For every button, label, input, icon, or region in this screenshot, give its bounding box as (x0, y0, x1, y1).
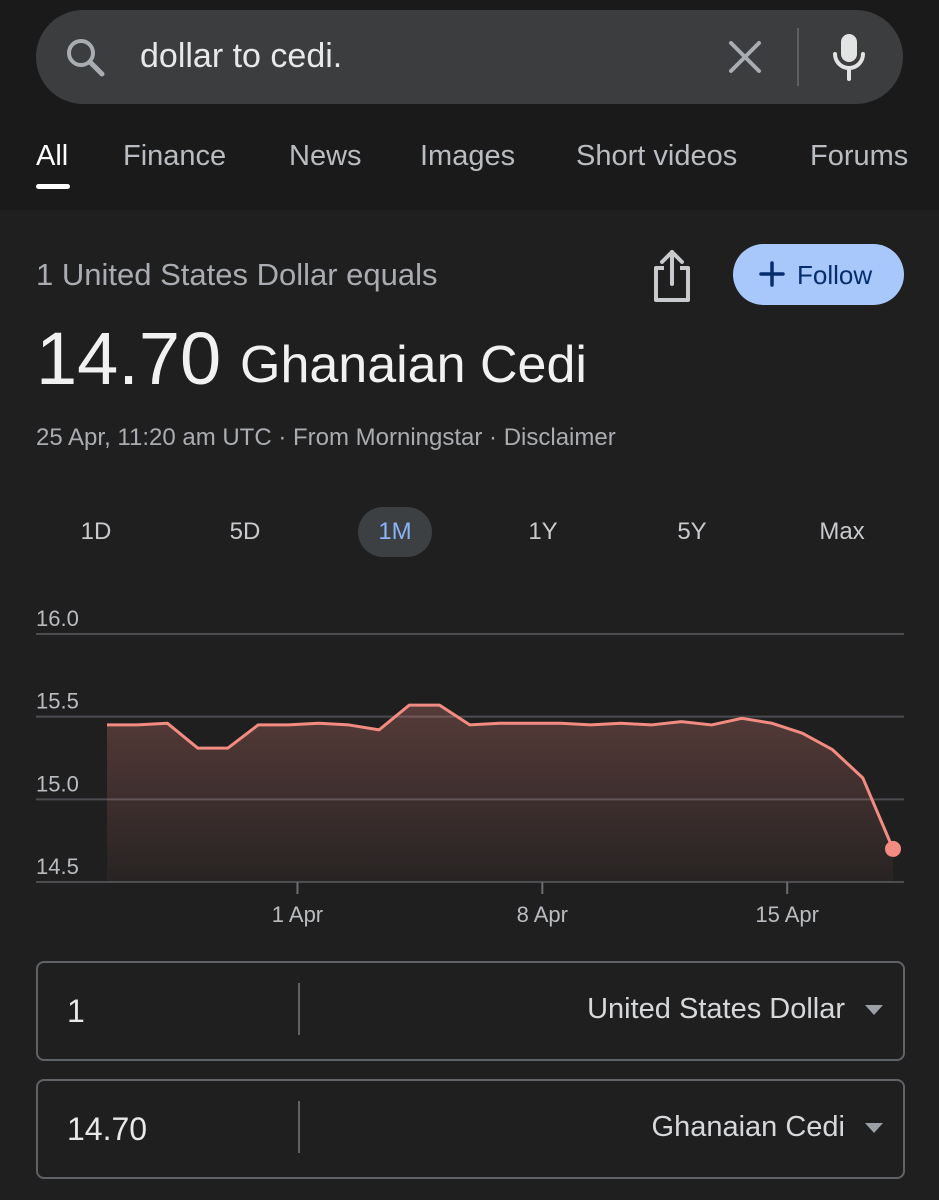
exchange-rate-value: 14.70 (36, 317, 222, 400)
exchange-rate-currency: Ghanaian Cedi (240, 336, 587, 394)
close-icon[interactable] (726, 38, 764, 76)
chevron-down-icon[interactable] (865, 1123, 883, 1133)
search-tabs: All Finance News Images Short videos For… (0, 130, 939, 190)
search-input[interactable]: dollar to cedi. (140, 37, 342, 76)
mic-icon[interactable] (830, 32, 868, 82)
range-1y[interactable]: 1Y (506, 507, 580, 557)
plus-icon (759, 261, 785, 287)
chart-last-point (885, 840, 901, 857)
converter-divider (298, 1101, 300, 1153)
search-bar[interactable]: dollar to cedi. (36, 10, 903, 104)
y-tick-label: 16.0 (36, 606, 79, 631)
active-tab-indicator (36, 184, 70, 189)
converter-to: 14.70 Ghanaian Cedi (36, 1079, 905, 1179)
range-1m[interactable]: 1M (358, 507, 432, 557)
tab-all[interactable]: All (36, 140, 68, 173)
y-tick-label: 14.5 (36, 854, 79, 879)
search-divider (797, 28, 799, 86)
exchange-rate-chart[interactable]: 16.0 15.5 15.0 14.5 1 Apr 8 Apr 15 Apr (0, 600, 939, 940)
from-amount-input[interactable]: 1 (67, 993, 85, 1030)
to-amount-input[interactable]: 14.70 (67, 1111, 147, 1148)
tab-news[interactable]: News (289, 140, 362, 173)
to-currency-select[interactable]: Ghanaian Cedi (652, 1111, 845, 1144)
tab-finance[interactable]: Finance (123, 140, 226, 173)
converter-divider (298, 983, 300, 1035)
x-tick-label: 1 Apr (272, 902, 323, 927)
x-tick-label: 15 Apr (755, 902, 819, 927)
follow-button[interactable]: Follow (733, 244, 904, 305)
top-bar: dollar to cedi. All Finance News Images … (0, 0, 939, 210)
tab-images[interactable]: Images (420, 140, 515, 173)
chevron-down-icon[interactable] (865, 1005, 883, 1015)
rate-source-meta: 25 Apr, 11:20 am UTC · From Morningstar … (36, 424, 616, 451)
converter-from: 1 United States Dollar (36, 961, 905, 1061)
share-icon[interactable] (650, 248, 694, 304)
search-icon (67, 39, 105, 77)
from-currency-select[interactable]: United States Dollar (587, 993, 845, 1026)
y-tick-label: 15.5 (36, 689, 79, 714)
conversion-heading: 1 United States Dollar equals (36, 257, 438, 292)
tab-short-videos[interactable]: Short videos (576, 140, 737, 173)
range-5y[interactable]: 5Y (655, 507, 729, 557)
x-tick-label: 8 Apr (517, 902, 568, 927)
chart-area-fill (107, 705, 893, 882)
range-5d[interactable]: 5D (208, 507, 282, 557)
range-1d[interactable]: 1D (59, 507, 133, 557)
tab-forums[interactable]: Forums (810, 140, 908, 173)
range-max[interactable]: Max (805, 507, 879, 557)
follow-label: Follow (797, 260, 873, 290)
y-tick-label: 15.0 (36, 771, 79, 796)
results-page: dollar to cedi. All Finance News Images … (0, 0, 939, 1200)
